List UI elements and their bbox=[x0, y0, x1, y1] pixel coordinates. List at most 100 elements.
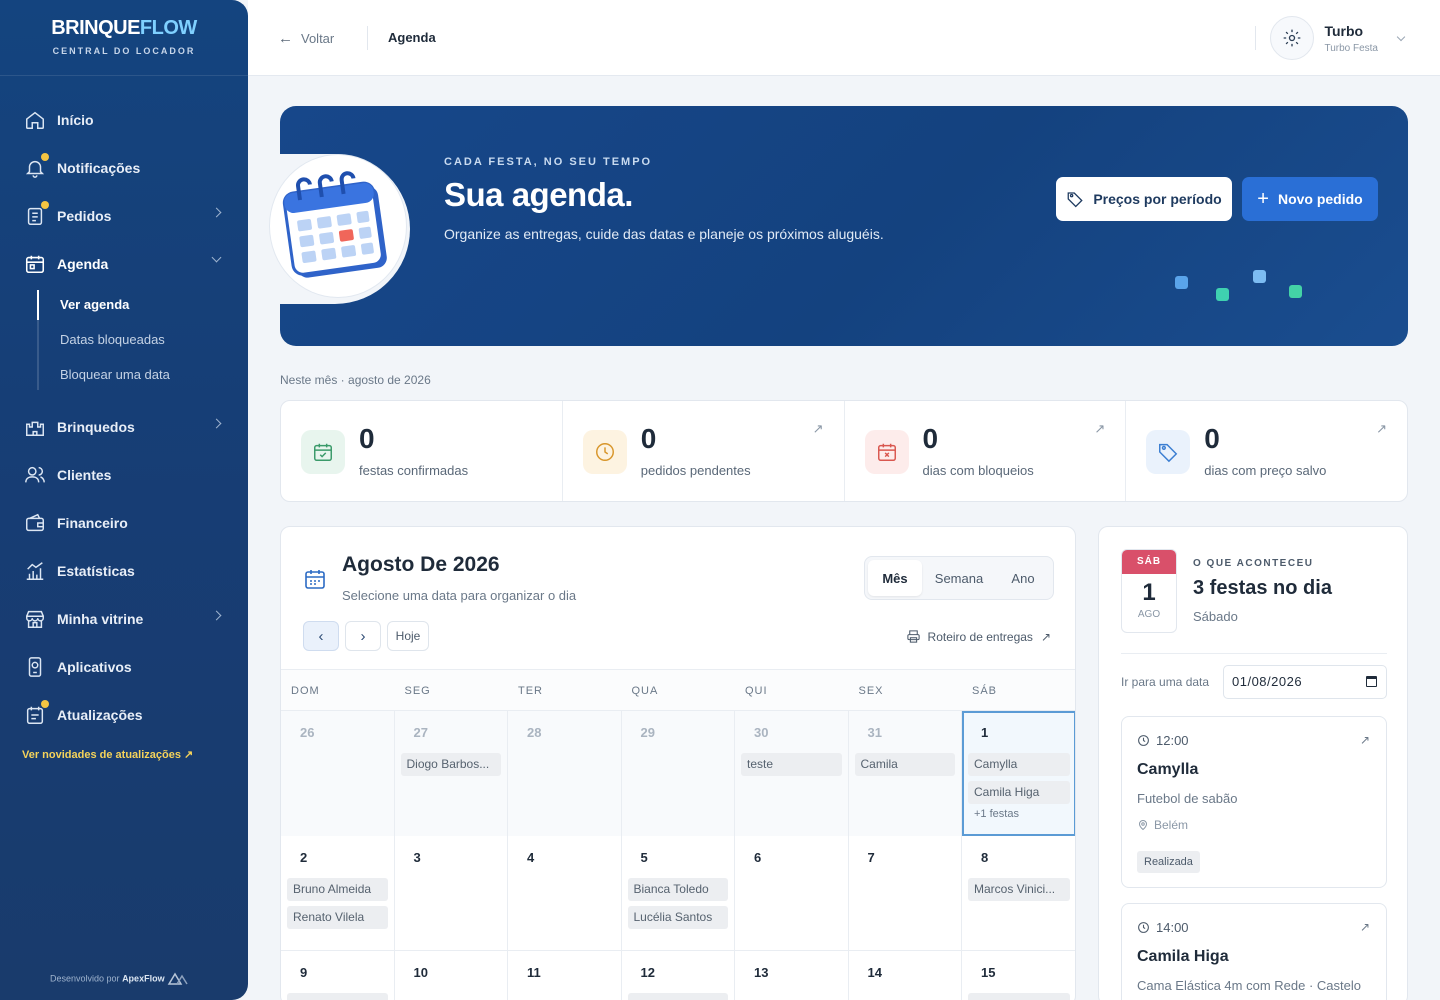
stat-pending[interactable]: 0 pedidos pendentes ↗ bbox=[563, 401, 845, 501]
stat-value: 0 bbox=[640, 423, 657, 454]
calendar-event[interactable]: Camila bbox=[854, 753, 955, 776]
calendar-day[interactable]: 14 bbox=[849, 951, 962, 1000]
prev-month-button[interactable]: ‹ bbox=[303, 621, 339, 651]
calendar-day[interactable]: 6 bbox=[735, 836, 849, 951]
calendar-day[interactable]: 29 bbox=[621, 711, 735, 836]
calendar-event[interactable] bbox=[287, 993, 388, 1000]
calendar-day[interactable]: 30 teste bbox=[735, 711, 849, 836]
day-number: 10 bbox=[413, 965, 428, 980]
new-order-button[interactable]: + Novo pedido bbox=[1242, 177, 1378, 221]
chevron-right-icon: › bbox=[360, 627, 366, 645]
developer-credit[interactable]: Desenvolvido por ApexFlow bbox=[50, 972, 189, 986]
arrow-up-right-icon[interactable]: ↗ bbox=[813, 421, 824, 437]
sidebar-item-notificacoes[interactable]: Notificações bbox=[22, 152, 228, 184]
calendar-day[interactable]: 3 bbox=[395, 836, 508, 951]
sidebar-item-estatisticas[interactable]: Estatísticas bbox=[22, 555, 228, 587]
notification-dot bbox=[41, 201, 49, 209]
stat-saved-price[interactable]: 0 dias com preço salvo ↗ bbox=[1126, 401, 1407, 501]
sidebar-item-atualizacoes[interactable]: Atualizações bbox=[22, 699, 228, 731]
sidebar-item-pedidos[interactable]: Pedidos bbox=[22, 200, 228, 232]
calendar-event[interactable]: Camila Higa bbox=[968, 781, 1070, 804]
calendar-day[interactable]: 5 Bianca Toledo Lucélia Santos bbox=[622, 836, 735, 951]
gear-icon bbox=[1284, 29, 1301, 47]
stat-confirmed[interactable]: 0 festas confirmadas bbox=[281, 401, 563, 501]
sidebar-item-clientes[interactable]: Clientes bbox=[22, 459, 228, 491]
event-client-name: Camylla bbox=[1137, 761, 1199, 778]
back-button[interactable]: ← Voltar bbox=[278, 30, 334, 47]
arrow-up-right-icon: ↗ bbox=[1040, 629, 1051, 644]
event-card[interactable]: 12:00 ↗ Camylla Futebol de sabão Belém R… bbox=[1121, 716, 1387, 888]
divider bbox=[367, 26, 368, 50]
page-title: Sua agenda. bbox=[444, 176, 633, 213]
map-pin-icon bbox=[1138, 820, 1148, 831]
calendar-day[interactable]: 4 bbox=[508, 836, 622, 951]
arrow-up-right-icon[interactable]: ↗ bbox=[1376, 421, 1387, 437]
calendar-event[interactable]: teste bbox=[741, 753, 842, 776]
brand-logo[interactable]: BRINQUEFLOW CENTRAL DO LOCADOR bbox=[0, 0, 248, 76]
calendar-day[interactable]: 27 Diogo Barbos... bbox=[394, 711, 508, 836]
calendar-day[interactable]: 9 bbox=[281, 951, 395, 1000]
clipboard-icon bbox=[22, 201, 49, 229]
sidebar-subitem-datas-bloqueadas[interactable]: Datas bloqueadas bbox=[60, 332, 165, 347]
calendar-day[interactable]: 2 Bruno Almeida Renato Vilela bbox=[281, 836, 395, 951]
sidebar-item-agenda[interactable]: Agenda bbox=[22, 248, 228, 280]
event-client-name: Camila Higa bbox=[1137, 948, 1229, 965]
apexflow-logo-icon bbox=[167, 972, 188, 985]
calendar-event[interactable]: Camylla bbox=[968, 753, 1070, 776]
plus-icon: + bbox=[1257, 188, 1269, 210]
stat-blocked[interactable]: 0 dias com bloqueios ↗ bbox=[845, 401, 1127, 501]
today-button[interactable]: Hoje bbox=[387, 621, 429, 651]
calendar-event[interactable]: Bruno Almeida bbox=[287, 878, 388, 901]
selected-date-card: SÁB 1 AGO bbox=[1121, 549, 1177, 633]
arrow-up-right-icon[interactable]: ↗ bbox=[1360, 733, 1370, 747]
view-week-button[interactable]: Semana bbox=[922, 560, 996, 596]
day-number: 12 bbox=[640, 965, 655, 980]
calendar-picker-icon[interactable] bbox=[1366, 676, 1377, 687]
calendar-event[interactable] bbox=[627, 993, 728, 1000]
calendar-event[interactable] bbox=[968, 993, 1070, 1000]
more-events-link[interactable]: +1 festas bbox=[974, 808, 1019, 820]
calendar-event[interactable]: Bianca Toledo bbox=[627, 878, 728, 901]
calendar-day[interactable]: 8 Marcos Vinici... bbox=[962, 836, 1075, 951]
sidebar-subitem-ver-agenda[interactable]: Ver agenda bbox=[60, 297, 129, 312]
sidebar-item-aplicativos[interactable]: Aplicativos bbox=[22, 651, 228, 683]
sidebar-item-minha-vitrine[interactable]: Minha vitrine bbox=[22, 603, 228, 635]
side-subtitle: Sábado bbox=[1193, 609, 1238, 624]
sidebar-subitem-bloquear-data[interactable]: Bloquear uma data bbox=[60, 367, 170, 382]
calendar-event[interactable]: Marcos Vinici... bbox=[968, 878, 1070, 901]
store-icon bbox=[22, 606, 48, 632]
prices-by-period-button[interactable]: Preços por período bbox=[1056, 177, 1232, 221]
arrow-up-right-icon[interactable]: ↗ bbox=[1360, 920, 1370, 934]
event-card[interactable]: 14:00 ↗ Camila Higa Cama Elástica 4m com… bbox=[1121, 903, 1387, 1000]
notification-dot bbox=[41, 153, 49, 161]
calendar-event[interactable]: Renato Vilela bbox=[287, 906, 388, 929]
calendar-event[interactable]: Lucélia Santos bbox=[627, 906, 728, 929]
calendar-event[interactable]: Diogo Barbos... bbox=[400, 753, 501, 776]
next-month-button[interactable]: › bbox=[345, 621, 381, 651]
sidebar-item-brinquedos[interactable]: Brinquedos bbox=[22, 411, 228, 443]
topbar: ← Voltar Agenda Turbo Turbo Festa bbox=[248, 0, 1440, 76]
calendar-day[interactable]: 31 Camila bbox=[848, 711, 962, 836]
goto-date-input[interactable]: 01/08/2026 bbox=[1223, 665, 1387, 699]
sidebar-item-financeiro[interactable]: Financeiro bbox=[22, 507, 228, 539]
arrow-up-right-icon[interactable]: ↗ bbox=[1094, 421, 1105, 437]
calendar-day[interactable]: 13 bbox=[735, 951, 849, 1000]
button-label: Preços por período bbox=[1093, 191, 1222, 207]
user-menu[interactable]: Turbo Turbo Festa bbox=[1270, 16, 1406, 60]
calendar-day[interactable]: 12 bbox=[622, 951, 735, 1000]
calendar-day[interactable]: 10 bbox=[395, 951, 508, 1000]
calendar-day[interactable]: 7 bbox=[849, 836, 962, 951]
calendar-day[interactable]: 1 Camylla Camila Higa +1 festas bbox=[962, 711, 1075, 836]
calendar-day[interactable]: 11 bbox=[508, 951, 622, 1000]
view-month-button[interactable]: Mês bbox=[868, 560, 922, 596]
updates-link[interactable]: Ver novidades de atualizações ↗ bbox=[22, 748, 193, 761]
sidebar-item-inicio[interactable]: Início bbox=[22, 104, 228, 136]
calendar-day[interactable]: 15 bbox=[962, 951, 1075, 1000]
calendar-day[interactable]: 28 bbox=[508, 711, 622, 836]
delivery-route-link[interactable]: Roteiro de entregas ↗ bbox=[906, 629, 1051, 644]
calendar-day[interactable]: 26 bbox=[281, 711, 395, 836]
sidebar-item-label: Pedidos bbox=[57, 208, 112, 224]
view-year-button[interactable]: Ano bbox=[996, 560, 1050, 596]
calendar-illustration-icon bbox=[282, 171, 387, 278]
selected-day: 1 bbox=[1142, 579, 1156, 606]
